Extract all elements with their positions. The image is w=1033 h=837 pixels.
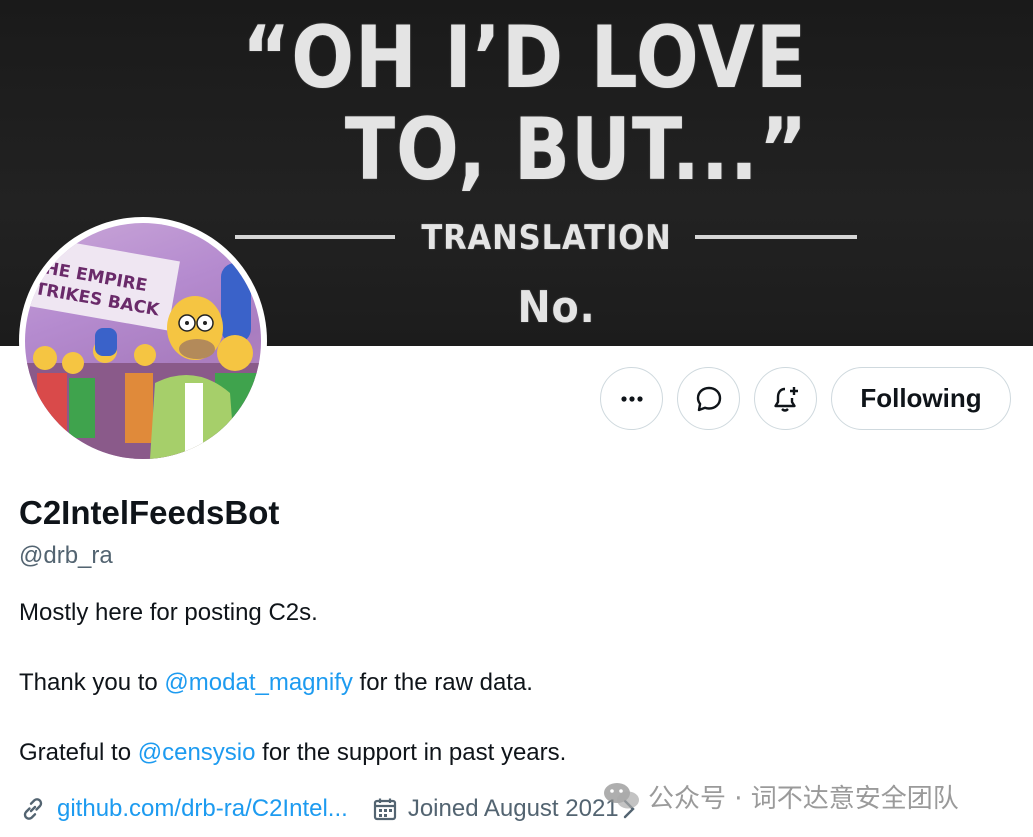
watermark: 公众号 · 词不达意安全团队 [602,779,959,814]
website-link[interactable]: github.com/drb-ra/C2Intel... [57,795,348,823]
bell-plus-icon [773,386,798,412]
avatar-illustration: HE EMPIRE TRIKES BACK [25,235,261,459]
calendar-icon [373,798,396,821]
joined-date-group: Joined August 2021 [372,795,639,823]
avatar[interactable]: HE EMPIRE TRIKES BACK [19,217,267,465]
link-icon [23,798,43,820]
bio-text: Thank you to [19,669,165,696]
bio-text: for the support in past years. [255,739,567,766]
bio-line-3: Grateful to @censysio for the support in… [19,739,566,767]
banner-text-line2: TO, BUT...” [344,100,809,200]
banner-rule-right [695,235,857,239]
mention-link-censys[interactable]: @censysio [138,739,256,766]
bio-line-2: Thank you to @modat_magnify for the raw … [19,669,533,697]
watermark-text: 公众号 · 词不达意安全团队 [648,783,959,814]
more-button[interactable] [600,367,663,430]
ellipsis-icon [620,395,643,402]
bio-line-1: Mostly here for posting C2s. [19,599,318,626]
profile-meta-row: github.com/drb-ra/C2Intel... Joined Augu… [19,792,639,826]
display-name: C2IntelFeedsBot [19,494,280,531]
joined-date: Joined August 2021 [407,795,619,822]
mention-link-modat[interactable]: @modat_magnify [164,669,352,696]
message-button[interactable] [677,367,740,430]
profile-handle: @drb_ra [19,542,113,569]
following-button[interactable]: Following [831,367,1011,430]
bio-text: for the raw data. [352,669,533,696]
bio-text: Grateful to [19,739,138,766]
notify-button[interactable] [754,367,817,430]
avatar-image: HE EMPIRE TRIKES BACK [25,223,261,459]
banner-text-line1: “OH I’D LOVE [241,8,808,108]
message-bubble-icon [696,386,721,411]
wechat-icon [604,783,639,809]
